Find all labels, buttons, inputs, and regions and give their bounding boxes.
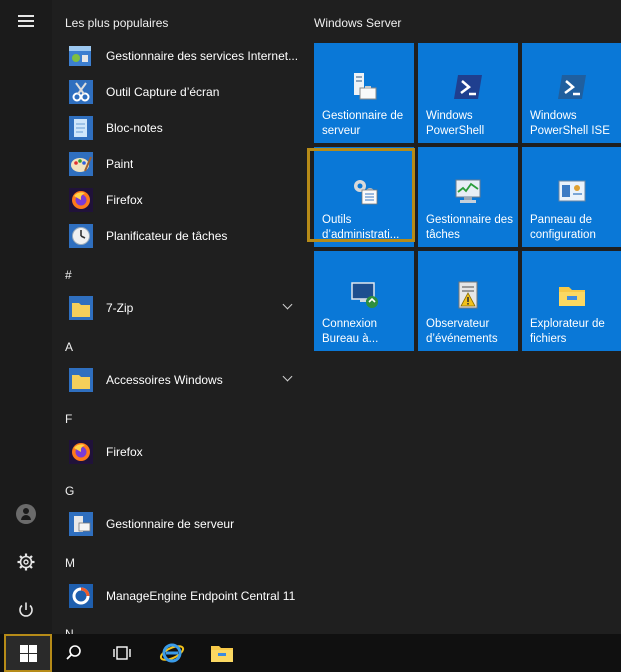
group-letter[interactable]: G — [65, 484, 74, 498]
app-item-7zip[interactable]: 7-Zip — [65, 291, 305, 325]
app-item-windows-accessories[interactable]: Accessoires Windows — [65, 363, 305, 397]
user-avatar-icon[interactable] — [6, 497, 46, 531]
tile-powershell-ise[interactable]: Windows PowerShell ISE — [522, 43, 621, 143]
app-label: Firefox — [106, 193, 143, 207]
tile-label: Explorateur de fichiers — [530, 318, 605, 345]
admin-tools-icon — [348, 175, 380, 207]
tile-server-manager[interactable]: Gestionnaire de serveur — [314, 43, 414, 143]
tile-task-manager[interactable]: Gestionnaire des tâches — [418, 147, 518, 247]
tile-label: Windows PowerShell ISE — [530, 110, 610, 137]
powershell-icon — [452, 71, 484, 103]
group-letter[interactable]: # — [65, 268, 72, 282]
app-item-iis[interactable]: Gestionnaire des services Internet... — [65, 39, 305, 73]
search-icon[interactable] — [52, 634, 96, 672]
tile-admin-tools[interactable]: Outils d’administrati... — [314, 147, 414, 247]
group-letter[interactable]: F — [65, 412, 72, 426]
app-label: ManageEngine Endpoint Central 11 — [106, 589, 296, 603]
app-item-snipping-tool[interactable]: Outil Capture d’écran — [65, 75, 305, 109]
start-rail — [0, 0, 52, 634]
task-scheduler-icon — [65, 220, 97, 252]
taskbar — [0, 634, 621, 672]
file-explorer-icon — [556, 279, 588, 311]
tile-label: Panneau de configuration — [530, 214, 596, 241]
paint-icon — [65, 148, 97, 180]
app-label: Bloc-notes — [106, 121, 163, 135]
settings-gear-icon[interactable] — [6, 545, 46, 579]
snipping-tool-icon — [65, 76, 97, 108]
app-label: Accessoires Windows — [106, 373, 223, 387]
chevron-down-icon[interactable] — [282, 371, 293, 382]
app-list: Les plus populaires Gestionnaire des ser… — [52, 0, 306, 634]
hamburger-menu-icon[interactable] — [6, 4, 46, 38]
file-explorer-icon[interactable] — [200, 634, 244, 672]
app-item-paint[interactable]: Paint — [65, 147, 305, 181]
tile-control-panel[interactable]: Panneau de configuration — [522, 147, 621, 247]
folder-icon — [65, 364, 97, 396]
tile-file-explorer[interactable]: Explorateur de fichiers — [522, 251, 621, 351]
tile-group-title: Windows Server — [314, 16, 402, 30]
manageengine-icon — [65, 580, 97, 612]
group-letter[interactable]: A — [65, 340, 73, 354]
folder-icon — [65, 292, 97, 324]
event-viewer-icon — [452, 279, 484, 311]
tile-area: Windows Server Gestionnaire de serveur W… — [306, 0, 621, 634]
app-label: 7-Zip — [106, 301, 134, 315]
tile-remote-desktop[interactable]: Connexion Bureau à... — [314, 251, 414, 351]
chevron-down-icon[interactable] — [282, 299, 293, 310]
tile-label: Observateur d’événements — [426, 318, 498, 345]
tile-label: Outils d’administrati... — [322, 214, 400, 241]
group-letter[interactable]: M — [65, 556, 75, 570]
tile-label: Connexion Bureau à... — [322, 318, 379, 345]
tile-event-viewer[interactable]: Observateur d’événements — [418, 251, 518, 351]
server-manager-icon — [348, 71, 380, 103]
app-label: Paint — [106, 157, 134, 171]
firefox-icon — [65, 436, 97, 468]
app-item-server-manager[interactable]: Gestionnaire de serveur — [65, 507, 305, 541]
control-panel-icon — [556, 175, 588, 207]
remote-desktop-icon — [348, 279, 380, 311]
task-manager-icon — [452, 175, 484, 207]
app-item-manageengine[interactable]: ManageEngine Endpoint Central 11 — [65, 579, 305, 613]
app-label: Planificateur de tâches — [106, 229, 228, 243]
task-view-icon[interactable] — [100, 634, 144, 672]
tile-label: Gestionnaire des tâches — [426, 214, 513, 241]
most-used-title: Les plus populaires — [65, 16, 169, 30]
internet-explorer-icon[interactable] — [150, 634, 194, 672]
iis-icon — [65, 40, 97, 72]
app-item-task-scheduler[interactable]: Planificateur de tâches — [65, 219, 305, 253]
firefox-icon — [65, 184, 97, 216]
app-item-firefox-f[interactable]: Firefox — [65, 435, 305, 469]
app-label: Gestionnaire des services Internet... — [106, 49, 299, 63]
tile-powershell[interactable]: Windows PowerShell — [418, 43, 518, 143]
app-label: Gestionnaire de serveur — [106, 517, 235, 531]
tile-label: Windows PowerShell — [426, 110, 485, 137]
powershell-ise-icon — [556, 71, 588, 103]
notepad-icon — [65, 112, 97, 144]
windows-start-icon[interactable] — [4, 634, 52, 672]
server-manager-icon — [65, 508, 97, 540]
app-item-firefox[interactable]: Firefox — [65, 183, 305, 217]
group-letter[interactable]: N — [65, 627, 74, 634]
app-label: Firefox — [106, 445, 143, 459]
tile-label: Gestionnaire de serveur — [322, 110, 404, 137]
power-icon[interactable] — [6, 593, 46, 627]
app-item-notepad[interactable]: Bloc-notes — [65, 111, 305, 145]
app-label: Outil Capture d’écran — [106, 85, 220, 99]
